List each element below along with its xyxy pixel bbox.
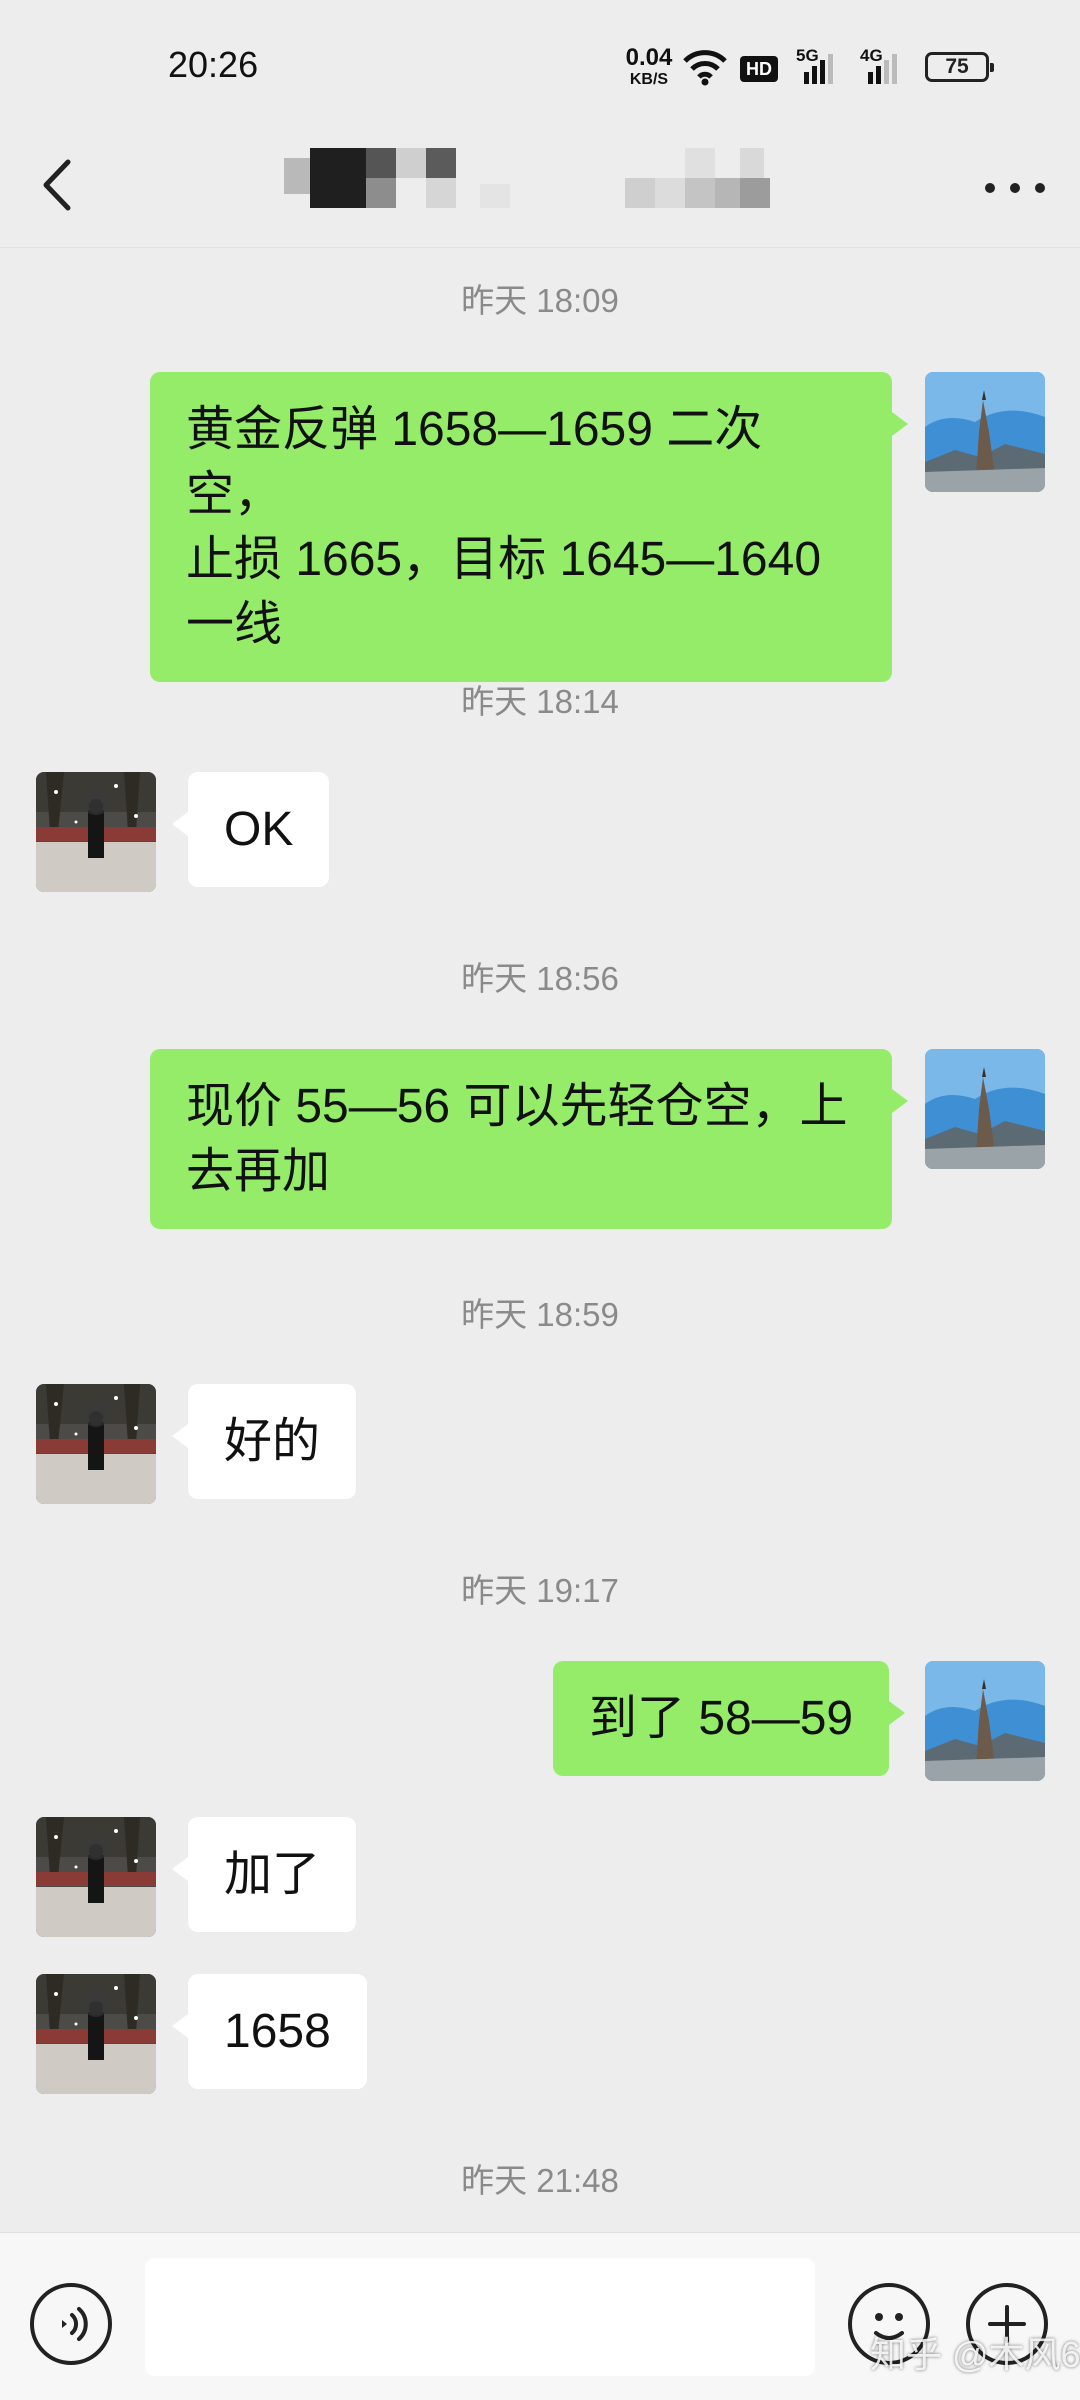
message-bubble-sent[interactable]: 到了 58—59 [553, 1661, 906, 1776]
voice-icon [62, 2307, 88, 2341]
network-speed-unit: KB/S [629, 71, 669, 88]
contact-avatar[interactable] [36, 1974, 156, 2094]
signal-4g-icon: 4G [860, 46, 900, 86]
battery-icon: 75 [925, 52, 994, 82]
message-bubble-received[interactable]: OK [171, 772, 330, 887]
message-line: 黄金反弹 1658—1659 二次空， [186, 403, 763, 521]
message-line: 一线 [186, 598, 283, 651]
my-avatar[interactable] [925, 1661, 1045, 1781]
message-bubble-received[interactable]: 好的 [171, 1384, 357, 1499]
person-in-snow-avatar-image [36, 772, 156, 892]
person-in-snow-avatar-image [36, 1974, 156, 2094]
message-input-bar: 知乎 @木风671 [0, 2232, 1080, 2400]
message-timestamp: 昨天 18:14 [461, 683, 619, 720]
hd-icon: HD [740, 56, 778, 82]
mountain-avatar-image [925, 372, 1045, 492]
wifi-icon [683, 50, 727, 86]
message-timestamp: 昨天 19:17 [461, 1572, 619, 1609]
message-line: 好的 [224, 1415, 321, 1468]
voice-button[interactable] [30, 2283, 112, 2365]
message-text-input[interactable] [145, 2258, 815, 2376]
hd-label: HD [746, 59, 772, 79]
my-avatar[interactable] [925, 1049, 1045, 1169]
chevron-left-icon [43, 159, 71, 211]
message-line: OK [224, 803, 294, 856]
status-bar: 20:26 0.04 KB/S HD 5G 4G 75 [0, 0, 1080, 130]
my-avatar[interactable] [925, 372, 1045, 492]
signal-5g-icon: 5G [796, 46, 836, 86]
contact-avatar[interactable] [36, 1384, 156, 1504]
more-options-button[interactable] [980, 150, 1050, 220]
chat-header [0, 130, 1080, 248]
status-time: 20:26 [168, 44, 259, 85]
mountain-avatar-image [925, 1661, 1045, 1781]
contact-avatar[interactable] [36, 1817, 156, 1937]
contact-avatar[interactable] [36, 772, 156, 892]
message-timestamp: 昨天 18:59 [461, 1296, 619, 1333]
back-button[interactable] [30, 140, 90, 230]
message-timestamp: 昨天 18:56 [461, 960, 619, 997]
network-speed: 0.04 KB/S [620, 46, 678, 88]
signal-4g-label: 4G [860, 46, 883, 65]
message-line: 加了 [224, 1848, 321, 1901]
message-line: 去再加 [186, 1145, 331, 1198]
contact-name-pixelated [280, 138, 820, 208]
person-in-snow-avatar-image [36, 1384, 156, 1504]
mountain-avatar-image [925, 1049, 1045, 1169]
message-bubble-sent[interactable]: 黄金反弹 1658—1659 二次空， 止损 1665，目标 1645—1640… [150, 372, 908, 682]
person-in-snow-avatar-image [36, 1817, 156, 1937]
message-line: 到了 58—59 [589, 1692, 854, 1745]
message-line: 1658 [224, 2005, 331, 2058]
message-bubble-sent[interactable]: 现价 55—56 可以先轻仓空，上 去再加 [150, 1049, 908, 1229]
message-timestamp: 昨天 21:48 [461, 2162, 619, 2199]
message-bubble-received[interactable]: 1658 [172, 1974, 367, 2089]
watermark-text: 知乎 @木风671 [870, 2334, 1080, 2375]
network-speed-value: 0.04 [625, 44, 673, 71]
signal-5g-label: 5G [796, 46, 819, 65]
message-bubble-received[interactable]: 加了 [171, 1817, 357, 1932]
message-line: 止损 1665，目标 1645—1640 [186, 533, 822, 586]
message-timestamp: 昨天 18:09 [461, 282, 619, 319]
message-line: 现价 55—56 可以先轻仓空，上 [186, 1080, 848, 1133]
